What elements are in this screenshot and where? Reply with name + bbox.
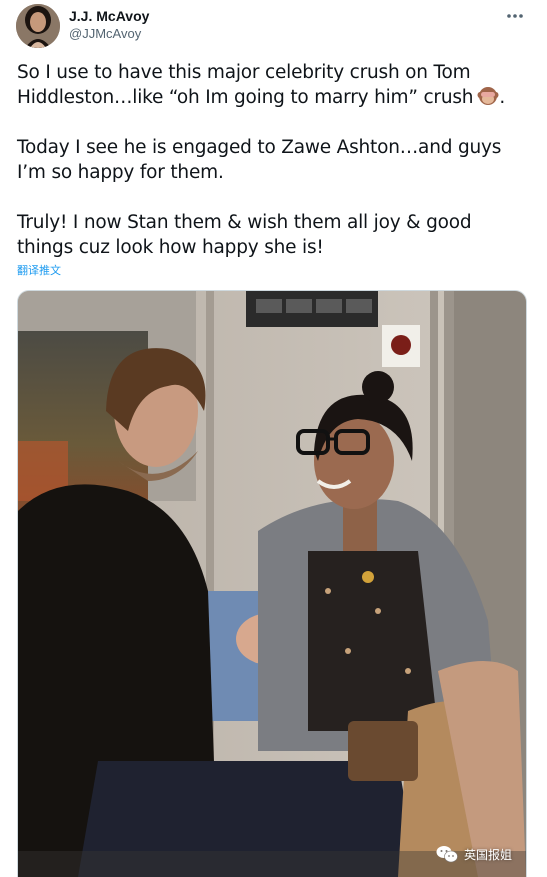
tweet-text: So I use to have this major celebrity cr… (17, 60, 527, 260)
display-name[interactable]: J.J. McAvoy (69, 7, 149, 25)
user-names: J.J. McAvoy @JJMcAvoy (69, 7, 149, 43)
avatar-image (16, 4, 60, 48)
tweet-header: J.J. McAvoy @JJMcAvoy (16, 4, 531, 50)
tweet-paragraph: So I use to have this major celebrity cr… (17, 60, 527, 110)
tweet-paragraph-text: So I use to have this major celebrity cr… (17, 62, 474, 108)
more-options-button[interactable] (503, 6, 527, 26)
emoji-trailing: . (499, 87, 505, 108)
tweet-paragraph: Today I see he is engaged to Zawe Ashton… (17, 137, 502, 183)
avatar[interactable] (16, 4, 60, 48)
tweet-card: J.J. McAvoy @JJMcAvoy So I use to have t… (0, 0, 547, 877)
tweet-paragraph: Truly! I now Stan them & wish them all j… (17, 212, 472, 258)
subway-photo (18, 291, 526, 877)
watermark: 英国报姐 (436, 845, 512, 863)
watermark-text: 英国报姐 (463, 847, 512, 862)
translate-tweet-link[interactable]: 翻译推文 (17, 264, 61, 278)
more-icon (507, 14, 523, 18)
user-handle[interactable]: @JJMcAvoy (69, 25, 149, 43)
tweet-photo[interactable]: 英国报姐 (17, 290, 527, 877)
wechat-icon (436, 846, 458, 863)
see-no-evil-monkey-icon (477, 87, 499, 105)
